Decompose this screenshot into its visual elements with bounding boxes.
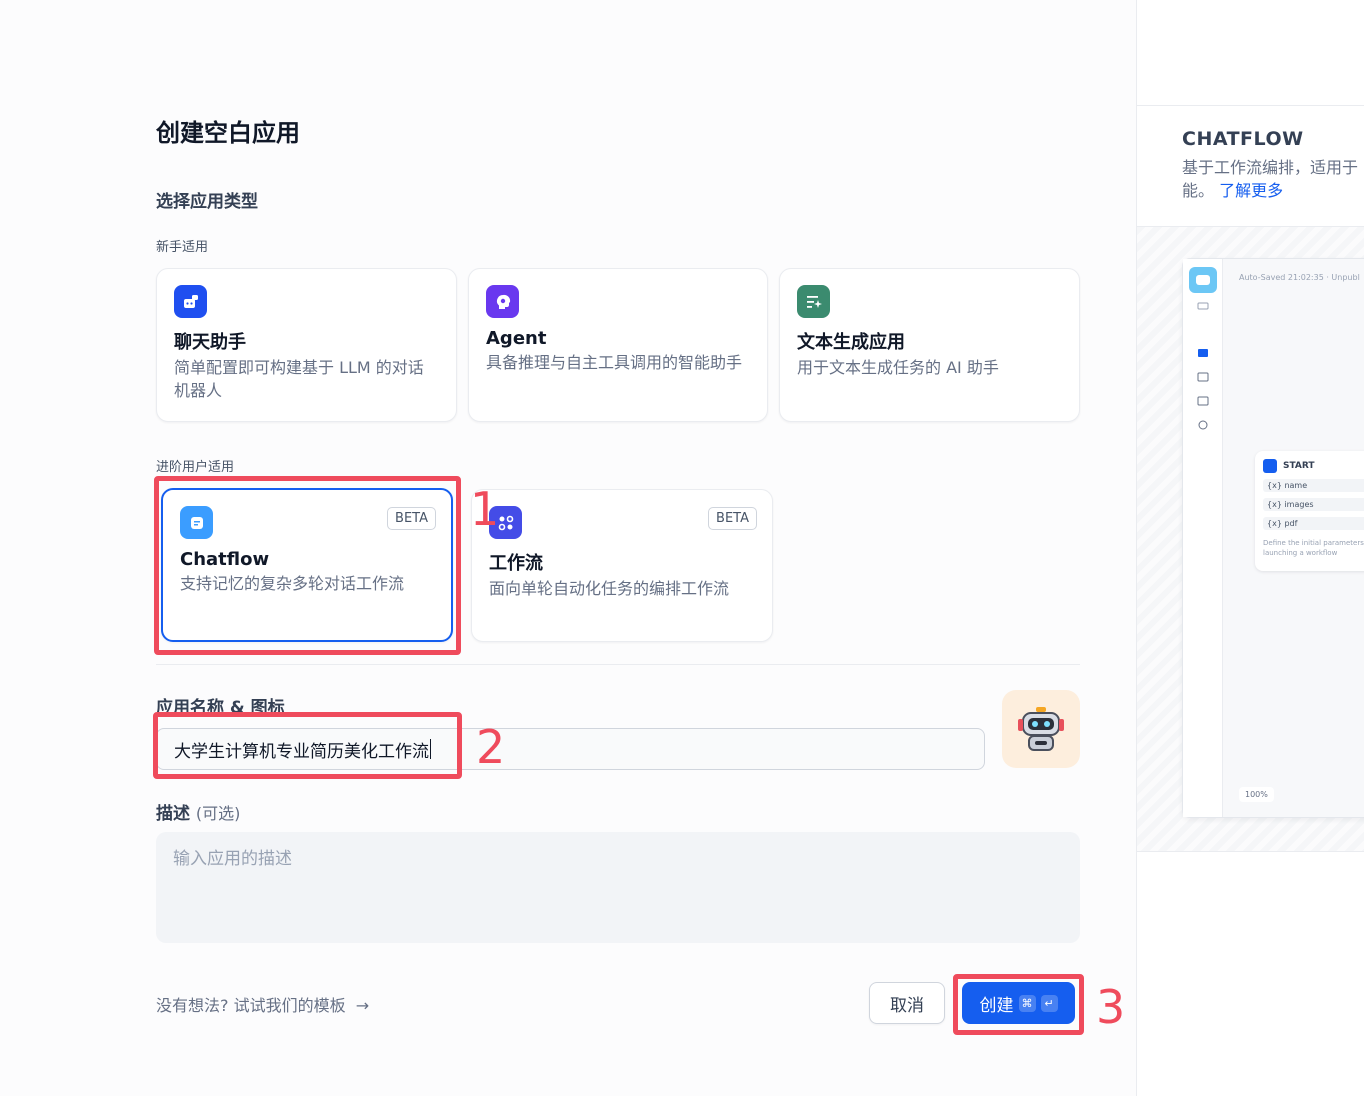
card-title: Agent xyxy=(486,328,547,349)
card-desc: 具备推理与自主工具调用的智能助手 xyxy=(486,353,743,372)
beginner-label: 新手适用 xyxy=(156,240,209,255)
card-desc: 面向单轮自动化任务的编排工作流 xyxy=(489,579,730,598)
chatbot-icon xyxy=(174,285,207,318)
preview-desc: 基于工作流编排，适用于 能。 了解更多 xyxy=(1182,156,1364,202)
preview-window: Auto-Saved 21:02:35 · Unpubl START {x} n… xyxy=(1182,258,1364,818)
card-desc: 用于文本生成任务的 AI 助手 xyxy=(797,358,999,377)
learn-more-link[interactable]: 了解更多 xyxy=(1219,181,1283,200)
app-type-chatbot[interactable]: 聊天助手 简单配置即可构建基于 LLM 的对话机器人 xyxy=(156,268,457,422)
beta-badge: BETA xyxy=(387,507,436,530)
beta-badge: BETA xyxy=(708,507,757,530)
cancel-button[interactable]: 取消 xyxy=(869,982,945,1024)
text-generation-icon xyxy=(797,285,830,318)
preview-topbar xyxy=(1137,0,1364,106)
annotation-number-1: 1 xyxy=(470,482,500,536)
card-title: 文本生成应用 xyxy=(797,332,905,353)
preview-image: Auto-Saved 21:02:35 · Unpubl START {x} n… xyxy=(1137,226,1364,852)
start-node-title: START xyxy=(1263,459,1364,473)
app-name-label: 应用名称 & 图标 xyxy=(156,698,285,718)
preview-desc-line1: 基于工作流编排，适用于 xyxy=(1182,158,1359,177)
node-footnote: Define the initial parameters for launch… xyxy=(1263,539,1364,557)
app-type-section-title: 选择应用类型 xyxy=(156,192,258,212)
app-type-agent[interactable]: Agent 具备推理与自主工具调用的智能助手 xyxy=(468,268,768,422)
create-app-dialog: 创建空白应用 选择应用类型 新手适用 聊天助手 简单配置即可构建基于 LLM 的… xyxy=(0,0,1136,1096)
optional-hint: (可选) xyxy=(195,804,241,823)
enter-key-icon: ↵ xyxy=(1040,994,1058,1012)
description-textarea[interactable]: 输入应用的描述 xyxy=(156,832,1080,943)
agent-icon xyxy=(486,285,519,318)
card-desc: 支持记忆的复杂多轮对话工作流 xyxy=(180,574,405,593)
preview-desc-line2: 能。 xyxy=(1182,181,1215,200)
text-caret xyxy=(430,739,431,759)
annotation-number-3: 3 xyxy=(1096,980,1126,1034)
preview-zoom: 100% xyxy=(1239,787,1274,802)
robot-icon xyxy=(1018,707,1064,751)
app-type-text-generation[interactable]: 文本生成应用 用于文本生成任务的 AI 助手 xyxy=(779,268,1080,422)
command-key-icon: ⌘ xyxy=(1018,994,1036,1012)
preview-start-node: START {x} name {x} images {x} pdf Define… xyxy=(1255,451,1364,571)
preview-title: CHATFLOW xyxy=(1182,128,1304,150)
description-placeholder: 输入应用的描述 xyxy=(173,849,292,869)
app-type-chatflow[interactable]: BETA Chatflow 支持记忆的复杂多轮对话工作流 xyxy=(161,488,453,642)
description-label: 描述 (可选) xyxy=(156,799,240,824)
app-icon-picker[interactable] xyxy=(1002,690,1080,768)
preview-autosave: Auto-Saved 21:02:35 · Unpubl xyxy=(1239,273,1360,282)
create-button-label: 创建 xyxy=(979,995,1014,1016)
card-title: 工作流 xyxy=(489,553,543,574)
arrow-right-icon: → xyxy=(350,996,370,1015)
annotation-number-2: 2 xyxy=(476,720,506,774)
card-title: 聊天助手 xyxy=(174,332,246,353)
app-name-value: 大学生计算机专业简历美化工作流 xyxy=(174,741,429,762)
app-type-workflow[interactable]: BETA 工作流 面向单轮自动化任务的编排工作流 xyxy=(471,489,773,642)
start-node-icon xyxy=(1263,459,1277,473)
chatflow-icon xyxy=(180,506,213,539)
template-link[interactable]: 没有想法? 试试我们的模板 → xyxy=(156,992,369,1016)
divider xyxy=(156,664,1080,665)
preview-bot-icon xyxy=(1189,267,1217,430)
node-var: {x} images xyxy=(1263,498,1364,511)
card-desc: 简单配置即可构建基于 LLM 的对话机器人 xyxy=(174,358,424,400)
card-title: Chatflow xyxy=(180,549,270,570)
node-var: {x} name xyxy=(1263,479,1364,492)
description-label-text: 描述 xyxy=(156,804,190,824)
dialog-title: 创建空白应用 xyxy=(156,119,300,147)
app-name-input[interactable]: 大学生计算机专业简历美化工作流 xyxy=(156,728,985,770)
advanced-label: 进阶用户适用 xyxy=(156,460,235,475)
start-node-label: START xyxy=(1283,461,1315,471)
node-var: {x} pdf xyxy=(1263,517,1364,530)
preview-sidebar xyxy=(1183,259,1223,817)
template-link-text: 没有想法? 试试我们的模板 xyxy=(156,996,346,1015)
create-button[interactable]: 创建 ⌘ ↵ xyxy=(962,982,1075,1024)
preview-pane: CHATFLOW 基于工作流编排，适用于 能。 了解更多 Auto-Saved … xyxy=(1136,0,1364,1096)
